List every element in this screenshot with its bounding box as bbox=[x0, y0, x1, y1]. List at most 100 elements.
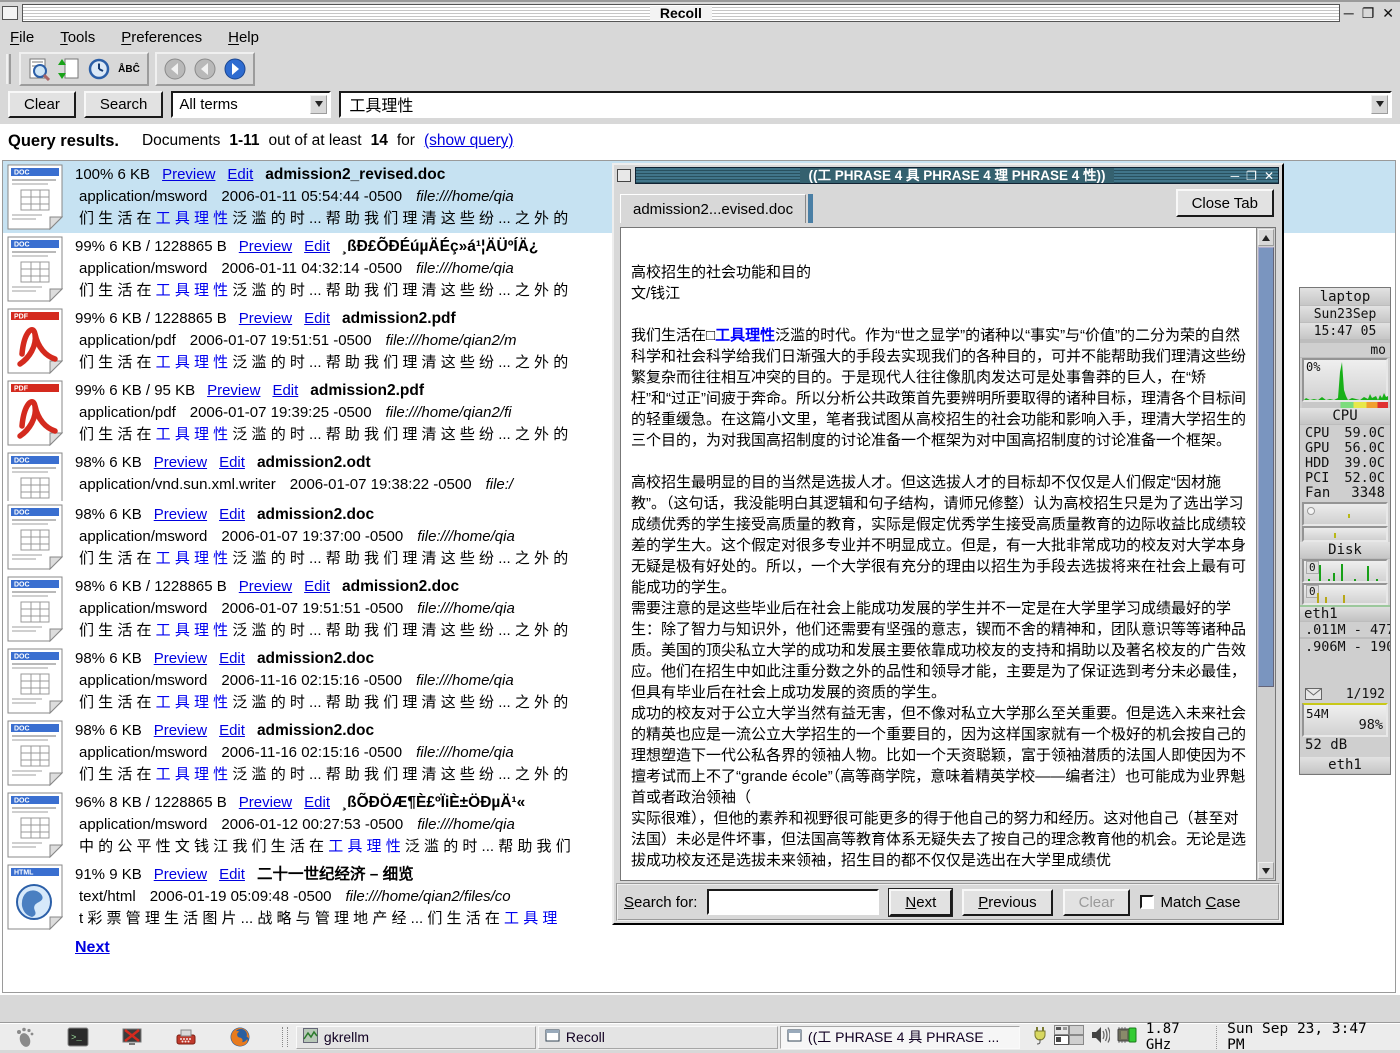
prev-result-icon[interactable] bbox=[191, 56, 219, 82]
close-icon[interactable]: ✕ bbox=[1382, 5, 1394, 22]
maximize-icon[interactable]: ❐ bbox=[1362, 5, 1375, 22]
preview-link[interactable]: Preview bbox=[239, 236, 292, 258]
fan-krell-knob[interactable] bbox=[1307, 507, 1315, 515]
menu-tools[interactable]: Tools bbox=[60, 29, 95, 46]
table-search-icon[interactable] bbox=[25, 56, 53, 82]
preview-link[interactable]: Preview bbox=[154, 864, 207, 886]
disk-chart-2[interactable]: 0 bbox=[1302, 583, 1388, 605]
next-results-link[interactable]: Next bbox=[75, 939, 110, 957]
task-button[interactable]: gkrellm bbox=[296, 1026, 536, 1049]
match-case-checkbox[interactable] bbox=[1140, 895, 1154, 909]
power-plug-icon[interactable] bbox=[1032, 1025, 1048, 1050]
edit-link[interactable]: Edit bbox=[219, 720, 245, 742]
history-icon[interactable] bbox=[85, 56, 113, 82]
preview-titlebar-grip[interactable]: ((工 PHRASE 4 具 PHRASE 4 理 PHRASE 4 性)) ─… bbox=[635, 167, 1279, 184]
fan-chart-upper[interactable] bbox=[1302, 502, 1388, 526]
find-clear-button[interactable]: Clear bbox=[1063, 889, 1131, 916]
result-filename: admission2.doc bbox=[257, 720, 374, 742]
close-tab-button[interactable]: Close Tab bbox=[1176, 189, 1274, 217]
cpu-frequency-icon[interactable] bbox=[1116, 1025, 1140, 1050]
edit-link[interactable]: Edit bbox=[272, 380, 298, 402]
find-input[interactable] bbox=[707, 889, 879, 915]
query-input[interactable]: 工具理性 bbox=[339, 91, 1392, 118]
svg-text:DOC: DOC bbox=[14, 654, 30, 661]
preview-link[interactable]: Preview bbox=[154, 720, 207, 742]
mail-monitor[interactable]: 1/192 bbox=[1300, 685, 1390, 703]
main-titlebar: Recoll ─ ❐ ✕ bbox=[0, 2, 1400, 24]
preview-link[interactable]: Preview bbox=[154, 504, 207, 526]
search-button[interactable]: Search bbox=[84, 91, 164, 118]
sort-parameters-icon[interactable] bbox=[55, 56, 83, 82]
menu-help[interactable]: Help bbox=[228, 29, 259, 46]
toolbar-handle[interactable] bbox=[6, 54, 11, 84]
toolbar-group-nav bbox=[155, 52, 255, 86]
doc-file-icon: DOC bbox=[7, 452, 63, 501]
terminal-icon[interactable]: >_ bbox=[66, 1025, 90, 1049]
preview-link[interactable]: Preview bbox=[162, 164, 215, 186]
edit-link[interactable]: Edit bbox=[219, 504, 245, 526]
sensor-gpu: GPU56.0C bbox=[1300, 440, 1390, 455]
gnome-menu-icon[interactable] bbox=[12, 1025, 36, 1049]
workspace-pager-icon[interactable] bbox=[1054, 1025, 1084, 1050]
minimize-icon[interactable]: ─ bbox=[1344, 5, 1354, 21]
result-relevance-size: 100% 6 KB bbox=[75, 164, 150, 186]
preview-link[interactable]: Preview bbox=[154, 648, 207, 670]
preview-minimize-icon[interactable]: ─ bbox=[1231, 169, 1240, 183]
preview-window-menu-icon[interactable] bbox=[617, 169, 631, 182]
find-next-button[interactable]: Next bbox=[889, 889, 952, 916]
task-button[interactable]: ((工 PHRASE 4 具 PHRASE ... bbox=[780, 1026, 1020, 1049]
preview-close-icon[interactable]: ✕ bbox=[1264, 169, 1274, 183]
scrollbar-thumb[interactable] bbox=[1258, 247, 1274, 687]
window-menu-icon[interactable] bbox=[2, 6, 18, 20]
disk-chart-1[interactable]: 0 bbox=[1302, 559, 1388, 583]
chevron-down-icon[interactable] bbox=[310, 95, 327, 114]
preview-link[interactable]: Preview bbox=[239, 576, 292, 598]
edit-link[interactable]: Edit bbox=[304, 792, 330, 814]
preview-link[interactable]: Preview bbox=[207, 380, 260, 402]
svg-text:HTML: HTML bbox=[14, 870, 34, 877]
preview-link[interactable]: Preview bbox=[239, 792, 292, 814]
result-filename: admission2.doc bbox=[342, 576, 459, 598]
edit-link[interactable]: Edit bbox=[304, 236, 330, 258]
edit-link[interactable]: Edit bbox=[219, 864, 245, 886]
result-mimetype: application/msword bbox=[79, 186, 207, 208]
pdf-file-icon: PDF bbox=[7, 380, 63, 446]
find-previous-button[interactable]: Previous bbox=[962, 889, 1052, 916]
wifi-chart[interactable]: 54M 98% bbox=[1302, 703, 1388, 737]
scroll-up-icon[interactable] bbox=[1258, 229, 1274, 246]
next-page-icon[interactable] bbox=[221, 56, 249, 82]
cpu-chart[interactable]: 0% bbox=[1302, 358, 1388, 402]
wifi-rate: 54M bbox=[1306, 706, 1329, 721]
show-query-link[interactable]: (show query) bbox=[424, 132, 514, 150]
query-history-chevron-icon[interactable] bbox=[1371, 95, 1388, 114]
gkrellm-panel[interactable]: laptop Sun23Sep 15:47 05 mo 0% CPU CPU59… bbox=[1299, 287, 1391, 775]
scroll-down-icon[interactable] bbox=[1258, 862, 1274, 879]
preview-link[interactable]: Preview bbox=[154, 452, 207, 474]
typewriter-icon[interactable] bbox=[174, 1025, 198, 1049]
task-button[interactable]: Recoll bbox=[538, 1026, 778, 1049]
preview-maximize-icon[interactable]: ❐ bbox=[1246, 169, 1257, 183]
preview-link[interactable]: Preview bbox=[239, 308, 292, 330]
preview-scrollbar[interactable] bbox=[1256, 228, 1275, 880]
taskbar-handle[interactable] bbox=[282, 1027, 288, 1047]
prev-page-icon[interactable] bbox=[161, 56, 189, 82]
edit-link[interactable]: Edit bbox=[304, 576, 330, 598]
lock-screen-icon[interactable] bbox=[120, 1025, 144, 1049]
preview-text[interactable]: 高校招生的社会功能和目的文/钱江我们生活在□工具理性泛滥的时代。作为“世之显学”… bbox=[621, 228, 1256, 880]
find-label: Search for: bbox=[624, 894, 697, 911]
firefox-icon[interactable] bbox=[228, 1025, 252, 1049]
volume-icon[interactable] bbox=[1090, 1026, 1110, 1049]
edit-link[interactable]: Edit bbox=[219, 648, 245, 670]
term-explorer-icon[interactable]: ÅBĈ bbox=[115, 56, 143, 82]
result-url: file:///home/qia bbox=[416, 258, 514, 280]
edit-link[interactable]: Edit bbox=[219, 452, 245, 474]
clear-button[interactable]: Clear bbox=[8, 91, 76, 118]
titlebar-grip[interactable]: Recoll bbox=[22, 4, 1340, 22]
fan-chart-lower[interactable] bbox=[1302, 526, 1388, 542]
menu-file[interactable]: File bbox=[10, 29, 34, 46]
edit-link[interactable]: Edit bbox=[304, 308, 330, 330]
tab-document[interactable]: admission2...evised.doc bbox=[620, 194, 806, 223]
menu-preferences[interactable]: Preferences bbox=[121, 29, 202, 46]
search-mode-combobox[interactable]: All terms bbox=[171, 91, 331, 118]
edit-link[interactable]: Edit bbox=[227, 164, 253, 186]
